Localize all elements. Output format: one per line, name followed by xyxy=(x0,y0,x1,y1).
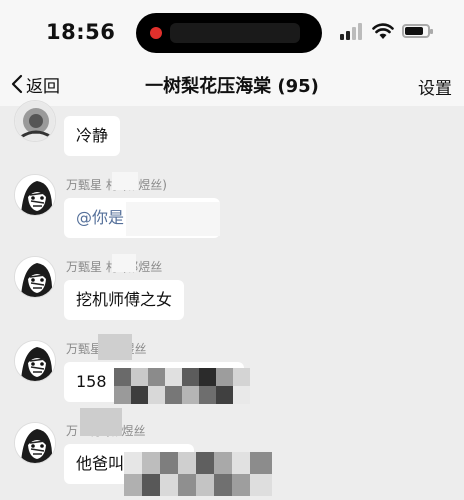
avatar[interactable] xyxy=(14,174,56,216)
battery-icon xyxy=(402,24,433,38)
avatar[interactable] xyxy=(14,256,56,298)
avatar[interactable] xyxy=(14,422,56,464)
avatar-sketch-icon xyxy=(15,101,55,141)
avatar-sketch-icon xyxy=(15,175,55,215)
settings-button[interactable]: 设置 xyxy=(418,74,452,99)
avatar-sketch-icon xyxy=(15,423,55,463)
message-text: 他爸叫 xyxy=(76,454,125,473)
message-text: @你是 xyxy=(76,208,125,227)
wifi-icon xyxy=(372,23,394,39)
redaction-mask xyxy=(126,202,220,236)
message-text: 158 xyxy=(76,372,107,391)
dynamic-island xyxy=(136,13,322,53)
message-bubble[interactable]: 挖机师傅之女 xyxy=(64,280,185,320)
avatar[interactable] xyxy=(14,340,56,382)
chat-message-list[interactable]: 冷静 万甄星 村 (祁煜丝) @你是 万甄星 村 (祁煜丝 挖机师傅之女 xyxy=(0,100,464,500)
pixelation-mask xyxy=(114,368,250,404)
redaction-mask xyxy=(112,254,136,272)
chat-nav-bar: 返回 一树梨花压海棠 (95) 设置 xyxy=(0,62,464,106)
redaction-mask xyxy=(80,408,122,436)
recording-indicator-icon xyxy=(150,27,162,39)
status-bar: 18:56 xyxy=(0,0,464,62)
pixelation-mask xyxy=(124,452,272,496)
avatar-sketch-icon xyxy=(15,341,55,381)
status-time: 18:56 xyxy=(46,20,116,44)
message-text: 挖机师傅之女 xyxy=(76,290,173,309)
redaction-mask xyxy=(112,172,138,190)
group-title: 一树梨花压海棠 (95) xyxy=(145,76,319,97)
redacted-activity xyxy=(170,23,300,43)
redaction-mask xyxy=(98,334,132,360)
status-icons xyxy=(340,22,440,40)
cellular-signal-icon xyxy=(340,22,366,40)
avatar[interactable] xyxy=(14,100,56,142)
message-text: 冷静 xyxy=(76,126,109,145)
message-bubble[interactable]: 冷静 xyxy=(64,116,121,156)
avatar-sketch-icon xyxy=(15,257,55,297)
